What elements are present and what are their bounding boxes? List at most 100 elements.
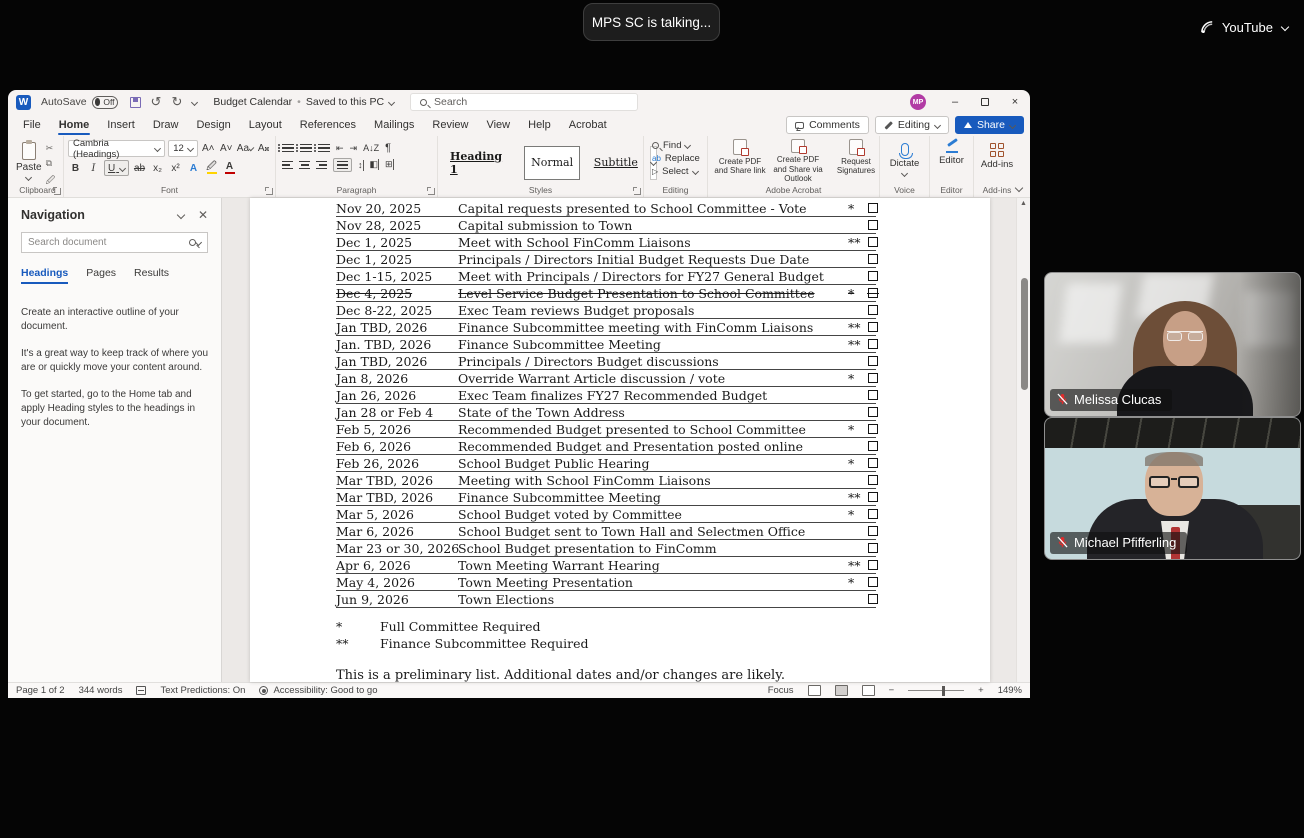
dialog-launcher-icon[interactable]: [634, 188, 641, 195]
text-predictions[interactable]: Text Predictions: On: [160, 685, 245, 696]
ribbon-tab-mailings[interactable]: Mailings: [365, 116, 423, 134]
redo-icon[interactable]: ↻: [171, 94, 182, 110]
editor-button[interactable]: Editor: [934, 140, 969, 166]
row-checkbox[interactable]: [868, 271, 878, 281]
zoom-in-icon[interactable]: +: [978, 685, 984, 696]
chevron-down-icon[interactable]: [176, 210, 186, 220]
page-indicator[interactable]: Page 1 of 2: [16, 685, 65, 696]
replace-button[interactable]: ab Replace: [652, 153, 703, 164]
ribbon-tab-layout[interactable]: Layout: [240, 116, 291, 134]
highlight-color-button[interactable]: 🖉: [204, 160, 219, 176]
row-checkbox[interactable]: [868, 475, 878, 485]
scroll-up-icon[interactable]: ▲: [1020, 200, 1027, 207]
row-checkbox[interactable]: [868, 424, 878, 434]
copy-icon[interactable]: ⧉: [46, 158, 56, 169]
print-layout-icon[interactable]: [834, 685, 848, 696]
ribbon-tab-file[interactable]: File: [14, 116, 50, 134]
row-checkbox[interactable]: [868, 543, 878, 553]
row-checkbox[interactable]: [868, 407, 878, 417]
cut-icon[interactable]: ✂: [46, 143, 56, 154]
row-checkbox[interactable]: [868, 577, 878, 587]
ribbon-tab-acrobat[interactable]: Acrobat: [560, 116, 616, 134]
nav-tab-results[interactable]: Results: [134, 267, 169, 284]
save-icon[interactable]: [129, 96, 141, 108]
style-subtitle[interactable]: Subtitle: [587, 146, 644, 180]
read-mode-icon[interactable]: [807, 685, 821, 696]
font-size-select[interactable]: 12: [168, 140, 198, 157]
row-checkbox[interactable]: [867, 288, 879, 298]
row-checkbox[interactable]: [868, 237, 878, 247]
nav-tab-headings[interactable]: Headings: [21, 267, 69, 284]
row-checkbox[interactable]: [868, 322, 878, 332]
scrollbar-thumb[interactable]: [1020, 278, 1028, 390]
close-button[interactable]: ×: [1000, 90, 1030, 114]
strikethrough-button[interactable]: ab: [132, 160, 147, 176]
acrobat-button[interactable]: Create PDF and Share via Outlook: [770, 139, 826, 183]
undo-icon[interactable]: ↺: [151, 94, 162, 110]
row-checkbox[interactable]: [868, 526, 878, 536]
row-checkbox[interactable]: [868, 594, 878, 604]
share-button[interactable]: Share: [954, 116, 1024, 134]
vertical-scrollbar[interactable]: ▲: [1016, 198, 1030, 682]
document-title[interactable]: Budget Calendar • Saved to this PC: [213, 96, 396, 108]
dictate-button[interactable]: Dictate: [884, 140, 925, 178]
search-input[interactable]: Search: [410, 93, 638, 111]
justify-icon[interactable]: [333, 158, 352, 172]
shading-icon[interactable]: ◧: [370, 159, 380, 171]
ribbon-tab-draw[interactable]: Draw: [144, 116, 188, 134]
row-checkbox[interactable]: [868, 203, 878, 213]
align-center-icon[interactable]: [299, 161, 310, 169]
dialog-launcher-icon[interactable]: [428, 188, 435, 195]
zoom-out-icon[interactable]: −: [889, 685, 895, 696]
ribbon-tab-design[interactable]: Design: [187, 116, 239, 134]
autosave-toggle[interactable]: AutoSave Off: [41, 95, 118, 109]
editing-mode-button[interactable]: Editing: [874, 116, 949, 134]
align-right-icon[interactable]: [316, 161, 327, 169]
proofing-icon[interactable]: [136, 686, 147, 695]
qat-customize-icon[interactable]: [191, 98, 199, 106]
minimize-button[interactable]: –: [940, 90, 970, 114]
row-checkbox[interactable]: [868, 560, 878, 570]
find-button[interactable]: Find: [652, 140, 703, 151]
increase-indent-icon[interactable]: ⇥: [350, 143, 358, 154]
superscript-button[interactable]: x²: [168, 160, 183, 176]
numbered-list-icon[interactable]: [296, 143, 312, 153]
row-checkbox[interactable]: [868, 509, 878, 519]
ribbon-tab-references[interactable]: References: [291, 116, 365, 134]
select-button[interactable]: ▷ Select: [652, 166, 703, 177]
subscript-button[interactable]: x₂: [150, 160, 165, 176]
paragraph-marks-icon[interactable]: ¶: [385, 142, 391, 154]
bold-button[interactable]: B: [68, 160, 83, 176]
row-checkbox[interactable]: [868, 305, 878, 315]
participant-tile-michael[interactable]: Michael Pfifferling: [1044, 417, 1301, 560]
restore-button[interactable]: [970, 90, 1000, 114]
autosave-switch[interactable]: Off: [91, 95, 118, 109]
dialog-launcher-icon[interactable]: [54, 188, 61, 195]
add-ins-button[interactable]: Add-ins: [978, 140, 1016, 170]
line-spacing-icon[interactable]: ↕: [358, 159, 364, 171]
livestream-indicator[interactable]: YouTube: [1200, 14, 1290, 40]
row-checkbox[interactable]: [868, 458, 878, 468]
acrobat-button[interactable]: Request Signatures: [828, 139, 884, 183]
sort-icon[interactable]: A↓Z: [363, 143, 379, 153]
style-normal[interactable]: Normal: [523, 145, 581, 180]
ribbon-tab-review[interactable]: Review: [423, 116, 477, 134]
row-checkbox[interactable]: [868, 254, 878, 264]
ribbon-tab-home[interactable]: Home: [50, 116, 99, 135]
word-count[interactable]: 344 words: [79, 685, 123, 696]
row-checkbox[interactable]: [868, 492, 878, 502]
close-navigation-icon[interactable]: ✕: [198, 208, 208, 222]
italic-button[interactable]: I: [86, 160, 101, 176]
comments-button[interactable]: Comments: [786, 116, 869, 134]
nav-tab-pages[interactable]: Pages: [86, 267, 116, 284]
font-name-select[interactable]: Cambria (Headings): [68, 138, 166, 160]
multilevel-list-icon[interactable]: [314, 143, 330, 153]
grow-font-button[interactable]: A˄: [201, 141, 216, 157]
focus-button[interactable]: Focus: [768, 685, 794, 696]
ribbon-tab-insert[interactable]: Insert: [98, 116, 144, 134]
row-checkbox[interactable]: [868, 373, 878, 383]
user-avatar[interactable]: MP: [910, 94, 926, 110]
shrink-font-button[interactable]: A˅: [219, 141, 234, 157]
nav-search-input[interactable]: Search document: [21, 232, 208, 253]
web-layout-icon[interactable]: [861, 685, 875, 696]
